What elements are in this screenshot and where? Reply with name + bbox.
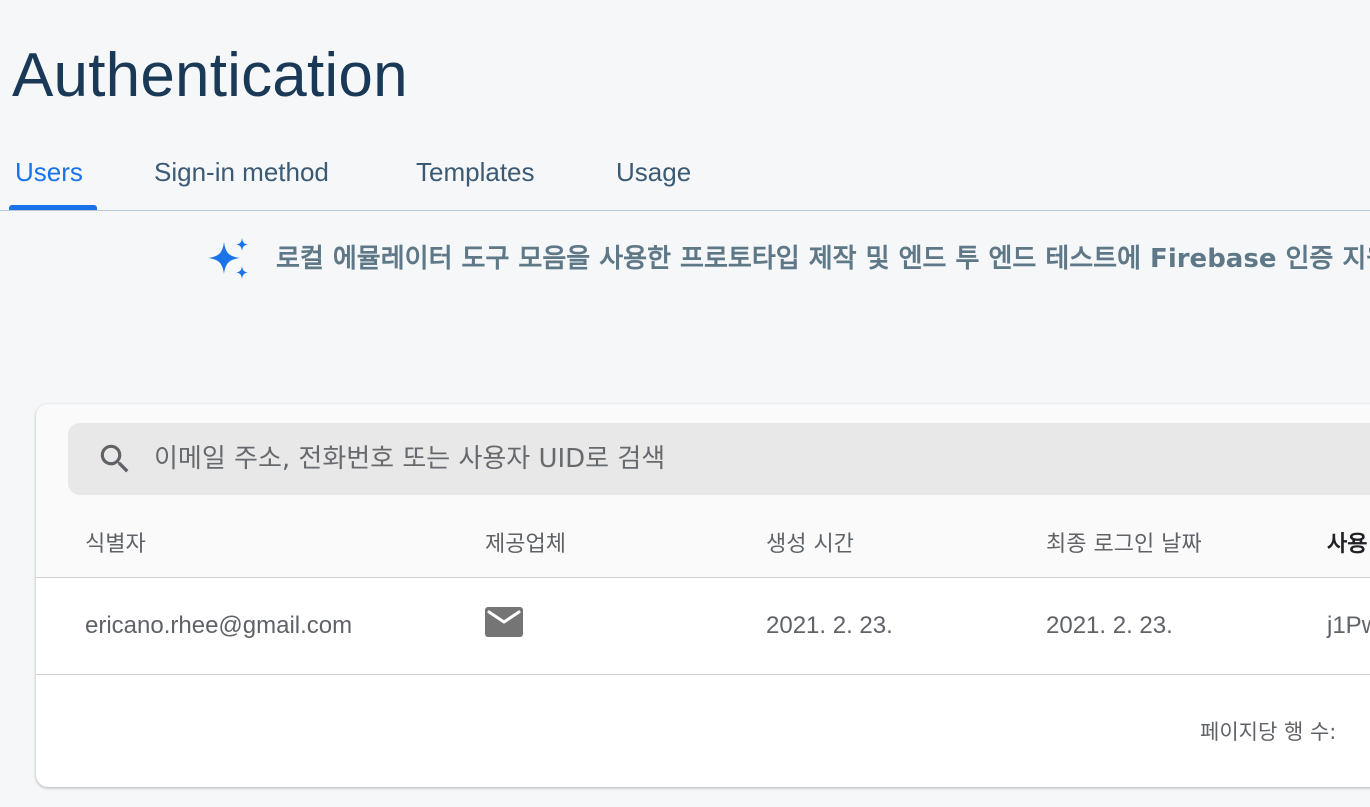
tab-sign-in-method[interactable]: Sign-in method (154, 154, 329, 190)
emulator-banner-text: 로컬 에뮬레이터 도구 모음을 사용한 프로토타입 제작 및 엔드 투 엔드 테… (276, 244, 1370, 274)
tab-templates[interactable]: Templates (416, 154, 535, 190)
column-header-provider[interactable]: 제공업체 (485, 530, 566, 560)
users-card: 식별자 제공업체 생성 시간 최종 로그인 날짜 사용 ericano.rhee… (36, 404, 1370, 787)
search-bar[interactable] (68, 423, 1370, 495)
sparkle-icon (204, 236, 252, 284)
page-title: Authentication (12, 41, 408, 110)
column-header-user-uid[interactable]: 사용 (1327, 530, 1367, 560)
tab-usage[interactable]: Usage (616, 154, 691, 190)
column-header-last-sign-in[interactable]: 최종 로그인 날짜 (1046, 530, 1202, 560)
tab-bar: Users Sign-in method Templates Usage (0, 134, 1370, 211)
rows-per-page-label: 페이지당 행 수: (1200, 720, 1337, 744)
table-row[interactable]: ericano.rhee@gmail.com 2021. 2. 23. 2021… (36, 578, 1370, 675)
column-header-identifier[interactable]: 식별자 (85, 530, 146, 560)
cell-created: 2021. 2. 23. (766, 612, 893, 639)
cell-user-uid: j1Pw (1327, 612, 1370, 639)
cell-identifier: ericano.rhee@gmail.com (85, 612, 353, 639)
search-input[interactable] (154, 435, 1354, 483)
users-card-header: 식별자 제공업체 생성 시간 최종 로그인 날짜 사용 (36, 404, 1370, 578)
tab-users[interactable]: Users (15, 154, 83, 190)
active-tab-indicator (9, 205, 97, 210)
column-header-created[interactable]: 생성 시간 (766, 530, 854, 560)
emulator-banner[interactable]: 로컬 에뮬레이터 도구 모음을 사용한 프로토타입 제작 및 엔드 투 엔드 테… (204, 236, 1370, 284)
cell-last-sign-in: 2021. 2. 23. (1046, 612, 1173, 639)
search-icon (96, 440, 134, 478)
email-icon (485, 607, 523, 637)
